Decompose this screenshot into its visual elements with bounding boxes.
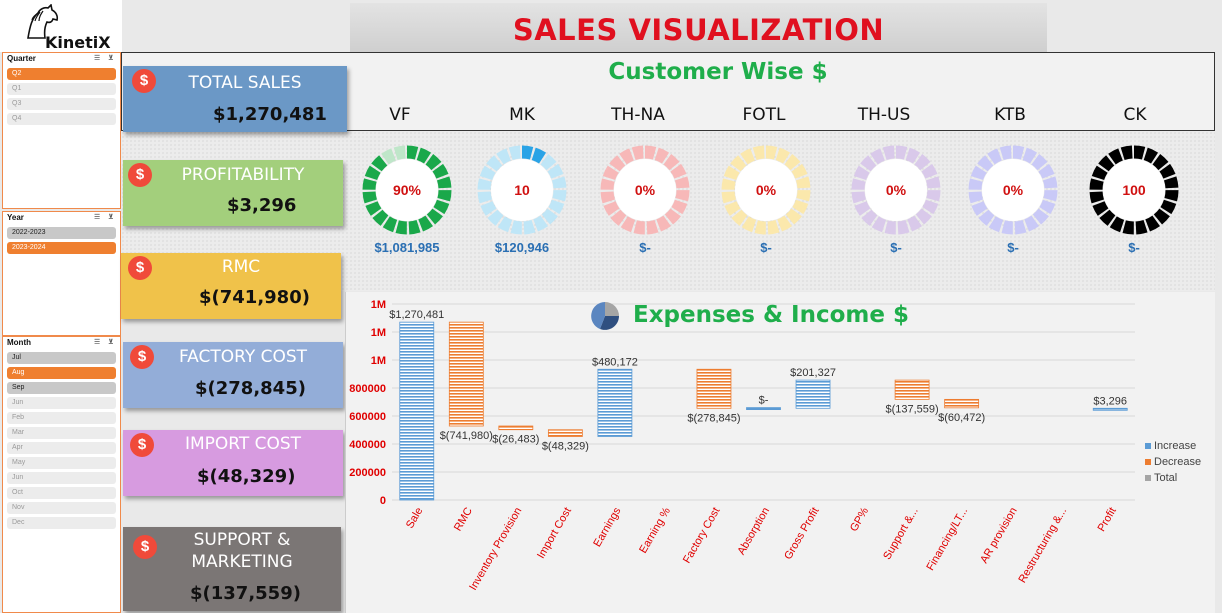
chart-title: Expenses & Income $ xyxy=(633,302,909,328)
legend-item: Increase xyxy=(1145,438,1201,454)
waterfall-bar xyxy=(795,379,831,409)
chart-legend: Increase Decrease Total xyxy=(1145,438,1201,486)
x-category-label: GP% xyxy=(848,505,871,533)
bar-data-label: $(60,472) xyxy=(938,412,985,424)
x-category-label: AR provision xyxy=(978,506,1020,566)
pie-chart-icon xyxy=(591,302,619,330)
legend-swatch xyxy=(1145,443,1151,450)
waterfall-bar xyxy=(597,368,633,437)
legend-label: Increase xyxy=(1154,440,1197,452)
bar-data-label: $(26,483) xyxy=(492,434,539,446)
waterfall-bar xyxy=(399,321,435,501)
x-category-label: Earnings xyxy=(591,505,623,549)
x-category-label: RMC xyxy=(452,505,475,533)
x-category-label: Profit xyxy=(1096,506,1119,534)
bar-data-label: $(278,845) xyxy=(687,412,740,424)
x-category-label: Factory Cost xyxy=(681,506,723,566)
y-tick-label: 1M xyxy=(371,299,386,311)
bar-data-label: $- xyxy=(759,395,769,407)
waterfall-bar xyxy=(944,398,980,409)
legend-label: Total xyxy=(1154,472,1178,484)
x-category-label: Gross Profit xyxy=(782,506,821,562)
waterfall-bar xyxy=(894,379,930,400)
x-category-label: Earning % xyxy=(637,505,673,555)
x-category-label: Restructuring &... xyxy=(1016,506,1069,586)
bar-data-label: $(48,329) xyxy=(542,440,589,452)
waterfall-bar xyxy=(448,321,484,427)
y-tick-label: 200000 xyxy=(349,467,386,479)
waterfall-bar xyxy=(746,407,781,410)
legend-item: Total xyxy=(1145,470,1201,486)
legend-item: Decrease xyxy=(1145,454,1201,470)
bar-data-label: $480,172 xyxy=(592,356,638,368)
x-category-label: Absorption xyxy=(735,506,772,558)
y-tick-label: 800000 xyxy=(349,383,386,395)
x-category-label: Import Cost xyxy=(535,506,574,561)
waterfall-bar xyxy=(696,368,732,409)
y-tick-label: 600000 xyxy=(349,411,386,423)
legend-label: Decrease xyxy=(1154,456,1202,468)
waterfall-bar xyxy=(498,425,534,431)
bar-data-label: $201,327 xyxy=(790,367,836,379)
x-category-label: Sale xyxy=(404,506,425,531)
waterfall-bar xyxy=(1092,407,1128,411)
y-tick-label: 1M xyxy=(371,355,386,367)
y-tick-label: 400000 xyxy=(349,439,386,451)
bar-data-label: $3,296 xyxy=(1093,395,1127,407)
x-category-label: Financing/LT... xyxy=(924,505,970,572)
legend-swatch xyxy=(1145,459,1151,466)
y-tick-label: 1M xyxy=(371,327,386,339)
bar-data-label: $(741,980) xyxy=(440,430,493,442)
y-tick-label: 0 xyxy=(380,495,386,507)
x-category-label: Support &... xyxy=(881,506,920,562)
waterfall-bar xyxy=(547,429,583,437)
legend-swatch xyxy=(1145,475,1151,482)
bar-data-label: $1,270,481 xyxy=(389,309,444,321)
bar-data-label: $(137,559) xyxy=(885,403,938,415)
x-category-label: Inventory Provision xyxy=(467,506,524,593)
